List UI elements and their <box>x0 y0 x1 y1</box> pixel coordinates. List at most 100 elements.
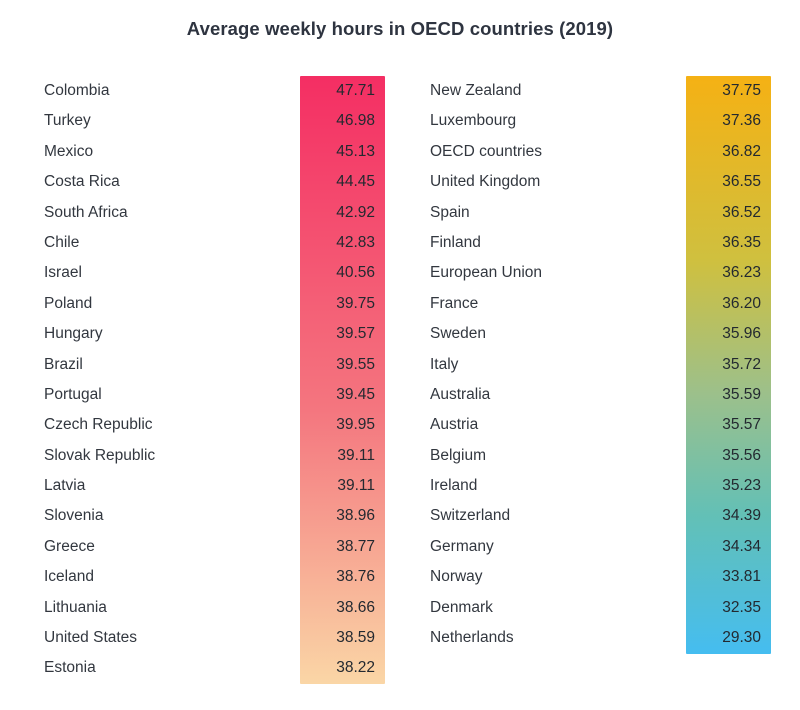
table-row: Colombia 47.71 <box>44 76 386 106</box>
country-label: Estonia <box>44 659 96 677</box>
country-label: Turkey <box>44 112 91 130</box>
hours-value: 35.57 <box>722 416 761 434</box>
hours-value: 38.59 <box>336 629 375 647</box>
hours-value: 46.98 <box>336 112 375 130</box>
hours-value: 32.35 <box>722 598 761 616</box>
table-row: United Kingdom 36.55 <box>430 167 771 197</box>
table-row: Slovak Republic 39.11 <box>44 441 386 471</box>
country-label: Iceland <box>44 568 94 586</box>
table-row: Turkey 46.98 <box>44 106 386 136</box>
hours-value: 34.39 <box>722 507 761 525</box>
country-label: Chile <box>44 233 80 251</box>
hours-value: 42.83 <box>336 233 375 251</box>
country-label: Belgium <box>430 446 486 464</box>
hours-value: 34.34 <box>722 537 761 555</box>
hours-value: 38.77 <box>336 537 375 555</box>
table-row: Germany 34.34 <box>430 532 771 562</box>
hours-value: 36.20 <box>722 294 761 312</box>
country-label: Israel <box>44 264 82 282</box>
country-label: Brazil <box>44 355 83 373</box>
table-row: European Union 36.23 <box>430 258 771 288</box>
table-row: Latvia 39.11 <box>44 471 386 501</box>
table-column-left: Colombia 47.71 Turkey 46.98 Mexico 45.13 Costa… <box>44 76 386 684</box>
hours-value: 36.55 <box>722 173 761 191</box>
table-row: Sweden 35.96 <box>430 319 771 349</box>
table-row: Poland 39.75 <box>44 289 386 319</box>
hours-value: 29.30 <box>722 629 761 647</box>
country-label: Greece <box>44 537 95 555</box>
table-row: France 36.20 <box>430 289 771 319</box>
country-label: Switzerland <box>430 507 511 525</box>
country-label: New Zealand <box>430 82 522 99</box>
table-row: Italy 35.72 <box>430 350 771 380</box>
country-label: Mexico <box>44 142 94 160</box>
country-label: Italy <box>430 355 459 373</box>
hours-value: 35.96 <box>722 325 761 343</box>
hours-value: 35.56 <box>722 446 761 464</box>
hours-value: 36.23 <box>722 264 761 282</box>
table-row: Ireland 35.23 <box>430 471 771 501</box>
country-label: France <box>430 294 479 312</box>
hours-value: 40.56 <box>336 264 375 282</box>
hours-value: 42.92 <box>336 203 375 221</box>
table-row: Belgium 35.56 <box>430 441 771 471</box>
table-row: Luxembourg 37.36 <box>430 106 771 136</box>
hours-value: 37.75 <box>722 82 761 99</box>
table-row: Austria 35.57 <box>430 410 771 440</box>
hours-value: 38.76 <box>336 568 375 586</box>
table-row: Czech Republic 39.95 <box>44 410 386 440</box>
country-label: Denmark <box>430 598 493 616</box>
hours-value: 38.22 <box>336 659 375 677</box>
table-row: Hungary 39.57 <box>44 319 386 349</box>
hours-value: 35.23 <box>722 477 761 495</box>
hours-value: 37.36 <box>722 112 761 130</box>
table-row: United States 38.59 <box>44 623 386 653</box>
country-label: Colombia <box>44 82 110 99</box>
table-row: Netherlands 29.30 <box>430 623 771 653</box>
hours-value: 39.11 <box>337 477 375 495</box>
hours-value: 38.66 <box>336 598 375 616</box>
hours-value: 36.35 <box>722 233 761 251</box>
hours-value: 39.57 <box>336 325 375 343</box>
hours-value: 36.52 <box>722 203 761 221</box>
country-label: Costa Rica <box>44 173 120 191</box>
country-label: Latvia <box>44 477 86 495</box>
country-label: Lithuania <box>44 598 107 616</box>
country-label: Slovenia <box>44 507 104 525</box>
hours-value: 38.96 <box>336 507 375 525</box>
hours-value: 44.45 <box>336 173 375 191</box>
country-label: Luxembourg <box>430 112 517 130</box>
table-row: Finland 36.35 <box>430 228 771 258</box>
table-row: Costa Rica 44.45 <box>44 167 386 197</box>
hours-value: 45.13 <box>336 142 375 160</box>
table-column-right: New Zealand 37.75 Luxembourg 37.36 OECD coun… <box>430 76 771 654</box>
country-label: Hungary <box>44 325 103 343</box>
table-row: Estonia 38.22 <box>44 653 386 683</box>
country-label: Slovak Republic <box>44 446 156 464</box>
table-row: Portugal 39.45 <box>44 380 386 410</box>
country-label: Ireland <box>430 477 478 495</box>
country-label: United Kingdom <box>430 173 541 191</box>
table-rows-left: Colombia 47.71 Turkey 46.98 Mexico 45.13 Costa… <box>44 76 386 684</box>
table-row: Mexico 45.13 <box>44 137 386 167</box>
country-label: Norway <box>430 568 483 586</box>
country-label: Sweden <box>430 325 487 343</box>
country-label: Czech Republic <box>44 416 153 434</box>
table-rows-right: New Zealand 37.75 Luxembourg 37.36 OECD coun… <box>430 76 771 653</box>
table-row: Iceland 38.76 <box>44 562 386 592</box>
country-label: Netherlands <box>430 629 514 647</box>
table-row: Israel 40.56 <box>44 258 386 288</box>
table-row: OECD countries 36.82 <box>430 137 771 167</box>
table-row: Chile 42.83 <box>44 228 386 258</box>
table-row: Switzerland 34.39 <box>430 501 771 531</box>
hours-value: 39.75 <box>336 294 375 312</box>
country-label: Germany <box>430 537 494 555</box>
hours-value: 33.81 <box>722 568 761 586</box>
country-label: European Union <box>430 264 543 282</box>
hours-value: 35.59 <box>722 385 761 403</box>
hours-value: 39.45 <box>336 385 375 403</box>
table-row: South Africa 42.92 <box>44 198 386 228</box>
table-row: Spain 36.52 <box>430 198 771 228</box>
table-row: Norway 33.81 <box>430 562 771 592</box>
country-label: Spain <box>430 203 470 221</box>
